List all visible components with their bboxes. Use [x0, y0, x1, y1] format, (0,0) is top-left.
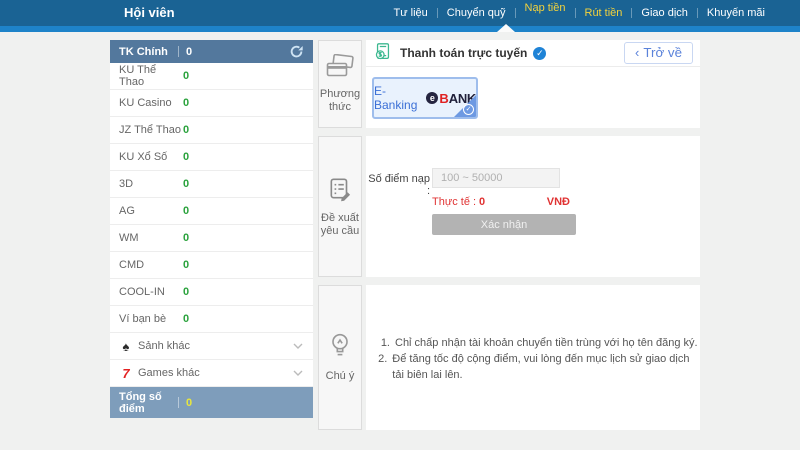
nav-item-chuyen-quy[interactable]: Chuyển quỹ: [438, 7, 515, 19]
balance-row: 3D 0: [110, 171, 313, 198]
expand-label: Sảnh khác: [138, 340, 190, 352]
balance-label: JZ Thể Thao: [119, 124, 183, 136]
total-points-value: 0: [186, 397, 192, 409]
page-title: Hội viên: [124, 0, 175, 26]
notes-list: 1. Chỉ chấp nhận tài khoản chuyển tiền t…: [374, 335, 700, 383]
divider: [178, 397, 179, 408]
balance-label: Ví bạn bè: [119, 313, 183, 325]
deposit-form-panel: Số điểm nạp : Thực tế :0 VNĐ Xác nhận: [366, 136, 700, 277]
note-item: 1. Chỉ chấp nhận tài khoản chuyển tiền t…: [374, 335, 700, 351]
main-account-label: TK Chính: [119, 46, 178, 58]
amount-input[interactable]: [432, 168, 560, 188]
actual-label: Thực tế :: [432, 196, 476, 208]
balance-sidebar: TK Chính 0 KU Thể Thao 0 KU Casino 0 JZ …: [110, 40, 313, 418]
section-label-text: Phương thức: [319, 88, 361, 114]
chevron-down-icon: [293, 343, 303, 349]
back-button-label: Trở về: [643, 45, 682, 60]
section-label-request: Đề xuất yêu cầu: [318, 136, 362, 277]
seven-icon: 7: [119, 366, 133, 381]
balance-value: 0: [183, 259, 189, 271]
back-button[interactable]: ‹ Trở về: [624, 42, 693, 64]
section-label-notes: Chú ý: [318, 285, 362, 430]
balance-row: Ví bạn bè 0: [110, 306, 313, 333]
note-number: 2.: [374, 351, 387, 383]
section-label-text: Đề xuất yêu cầu: [319, 212, 361, 238]
ebanking-option[interactable]: E-Banking e B ANK ✓: [372, 77, 478, 119]
main-account-row: TK Chính 0: [110, 40, 313, 63]
balance-value: 0: [183, 232, 189, 244]
confirm-button[interactable]: Xác nhận: [432, 214, 576, 235]
section-label-text: Chú ý: [326, 370, 355, 383]
balance-value: 0: [183, 178, 189, 190]
top-bar: Hội viên Tư liệu Chuyển quỹ Nạp tiền Rút…: [0, 0, 800, 26]
payment-method-header: Thanh toán trực tuyến ✓ ‹ Trở về: [366, 40, 700, 67]
note-text: Để tăng tốc độ cộng điểm, vui lòng đến m…: [392, 351, 700, 383]
amount-label: Số điểm nạp :: [366, 173, 430, 197]
expand-label: Games khác: [138, 367, 200, 379]
notes-panel: 1. Chỉ chấp nhận tài khoản chuyển tiền t…: [366, 285, 700, 430]
credit-cards-icon: [326, 54, 354, 82]
sidebar-item-games-khac[interactable]: 7 Games khác: [110, 360, 313, 387]
refresh-icon[interactable]: [290, 45, 303, 58]
active-tab-pointer: [497, 24, 515, 32]
sidebar-item-sanh-khac[interactable]: ♠ Sảnh khác: [110, 333, 313, 360]
ebank-logo-e: e: [426, 92, 438, 104]
balance-label: KU Thể Thao: [119, 64, 183, 88]
actual-value: 0: [479, 196, 485, 208]
header-accent-strip: [0, 26, 800, 32]
note-item: 2. Để tăng tốc độ cộng điểm, vui lòng đế…: [374, 351, 700, 383]
note-number: 1.: [374, 335, 390, 351]
request-form-icon: [327, 176, 353, 206]
total-points-row: Tổng số điểm 0: [110, 387, 313, 418]
balance-row: KU Thể Thao 0: [110, 63, 313, 90]
check-circle-icon: ✓: [533, 47, 546, 60]
payment-method-title: Thanh toán trực tuyến: [400, 46, 527, 60]
balance-label: CMD: [119, 259, 183, 271]
nav-item-tu-lieu[interactable]: Tư liệu: [385, 7, 437, 19]
balance-row: KU Xổ Số 0: [110, 144, 313, 171]
actual-amount-row: Thực tế :0 VNĐ: [432, 196, 570, 208]
balance-row: CMD 0: [110, 252, 313, 279]
chevron-down-icon: [293, 370, 303, 376]
balance-label: KU Xổ Số: [119, 151, 183, 163]
balance-value: 0: [183, 205, 189, 217]
lightbulb-icon: [328, 332, 352, 364]
nav-item-rut-tien[interactable]: Rút tiền: [576, 7, 632, 19]
balance-label: AG: [119, 205, 183, 217]
balance-value: 0: [183, 313, 189, 325]
balance-value: 0: [183, 124, 189, 136]
balance-row: WM 0: [110, 225, 313, 252]
balance-label: KU Casino: [119, 97, 183, 109]
nav-item-nap-tien[interactable]: Nạp tiền: [516, 2, 575, 14]
nav-item-khuyen-mai[interactable]: Khuyến mãi: [698, 7, 774, 19]
balance-value: 0: [183, 151, 189, 163]
total-points-label: Tổng số điểm: [119, 391, 178, 415]
balance-label: WM: [119, 232, 183, 244]
ebank-logo-b: B: [439, 91, 448, 106]
selected-check-icon: ✓: [463, 104, 474, 115]
spade-icon: ♠: [119, 339, 133, 354]
balance-value: 0: [183, 286, 189, 298]
section-label-method: Phương thức: [318, 40, 362, 128]
balance-row: JZ Thể Thao 0: [110, 117, 313, 144]
balance-row: COOL-IN 0: [110, 279, 313, 306]
balance-value: 0: [183, 97, 189, 109]
ebanking-label: E-Banking: [374, 84, 421, 112]
money-stack-icon: [373, 42, 393, 65]
balance-label: COOL-IN: [119, 286, 183, 298]
balance-row: AG 0: [110, 198, 313, 225]
currency-label: VNĐ: [547, 196, 570, 208]
balance-value: 0: [183, 70, 189, 82]
divider: [178, 46, 179, 57]
nav-item-giao-dich[interactable]: Giao dịch: [632, 7, 696, 19]
top-navigation: Tư liệu Chuyển quỹ Nạp tiền Rút tiền Gia…: [385, 0, 774, 26]
balance-label: 3D: [119, 178, 183, 190]
back-chevron-icon: ‹: [635, 48, 639, 58]
note-text: Chỉ chấp nhận tài khoản chuyển tiền trùn…: [395, 335, 698, 351]
balance-row: KU Casino 0: [110, 90, 313, 117]
main-account-value: 0: [186, 46, 192, 58]
payment-method-panel: Thanh toán trực tuyến ✓ ‹ Trở về E-Banki…: [366, 40, 700, 128]
